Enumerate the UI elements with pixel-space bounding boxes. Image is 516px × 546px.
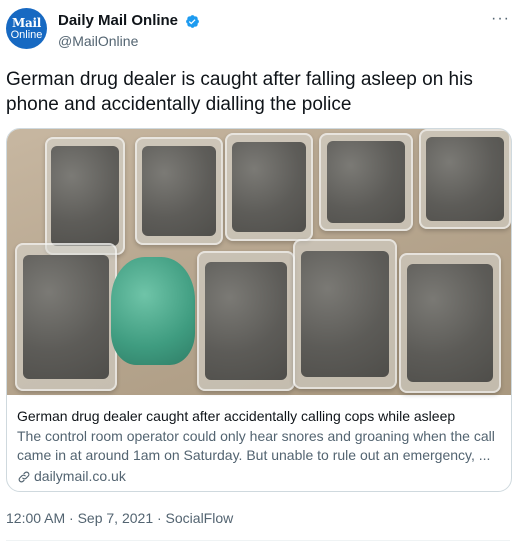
- verified-badge-icon: [186, 14, 200, 28]
- bag-image: [419, 129, 511, 229]
- display-name[interactable]: Daily Mail Online: [58, 12, 178, 30]
- avatar[interactable]: Mail Online: [6, 8, 47, 49]
- card-body[interactable]: German drug dealer caught after accident…: [7, 395, 511, 491]
- card-domain-text: dailymail.co.uk: [34, 468, 126, 484]
- bag-image: [293, 239, 397, 389]
- bag-image: [225, 133, 313, 241]
- avatar-logo-bottom: Online: [10, 29, 43, 41]
- more-options-icon[interactable]: ···: [491, 10, 510, 28]
- tweet-header: Mail Online Daily Mail Online @MailOnlin…: [6, 8, 510, 52]
- bag-image: [399, 253, 501, 393]
- tweet-text: German drug dealer is caught after falli…: [6, 69, 473, 115]
- bag-image: [197, 251, 295, 391]
- bag-image: [45, 137, 125, 255]
- bag-image: [135, 137, 223, 245]
- handle[interactable]: @MailOnline: [58, 31, 200, 51]
- divider: [6, 540, 510, 541]
- card-description: The control room operator could only hea…: [17, 428, 495, 463]
- card-title: German drug dealer caught after accident…: [17, 408, 456, 424]
- tweet-timestamp[interactable]: 12:00 AM · Sep 7, 2021 · SocialFlow: [6, 509, 233, 527]
- card-domain: dailymail.co.uk: [17, 467, 501, 486]
- link-icon: [18, 471, 30, 482]
- card-image[interactable]: [7, 129, 511, 395]
- avatar-logo-top: Mail: [12, 16, 41, 30]
- green-bag-image: [111, 257, 195, 365]
- bag-image: [15, 243, 117, 391]
- bag-image: [319, 133, 413, 231]
- link-card[interactable]: German drug dealer caught after accident…: [6, 128, 512, 492]
- author-names: Daily Mail Online @MailOnline: [58, 12, 200, 51]
